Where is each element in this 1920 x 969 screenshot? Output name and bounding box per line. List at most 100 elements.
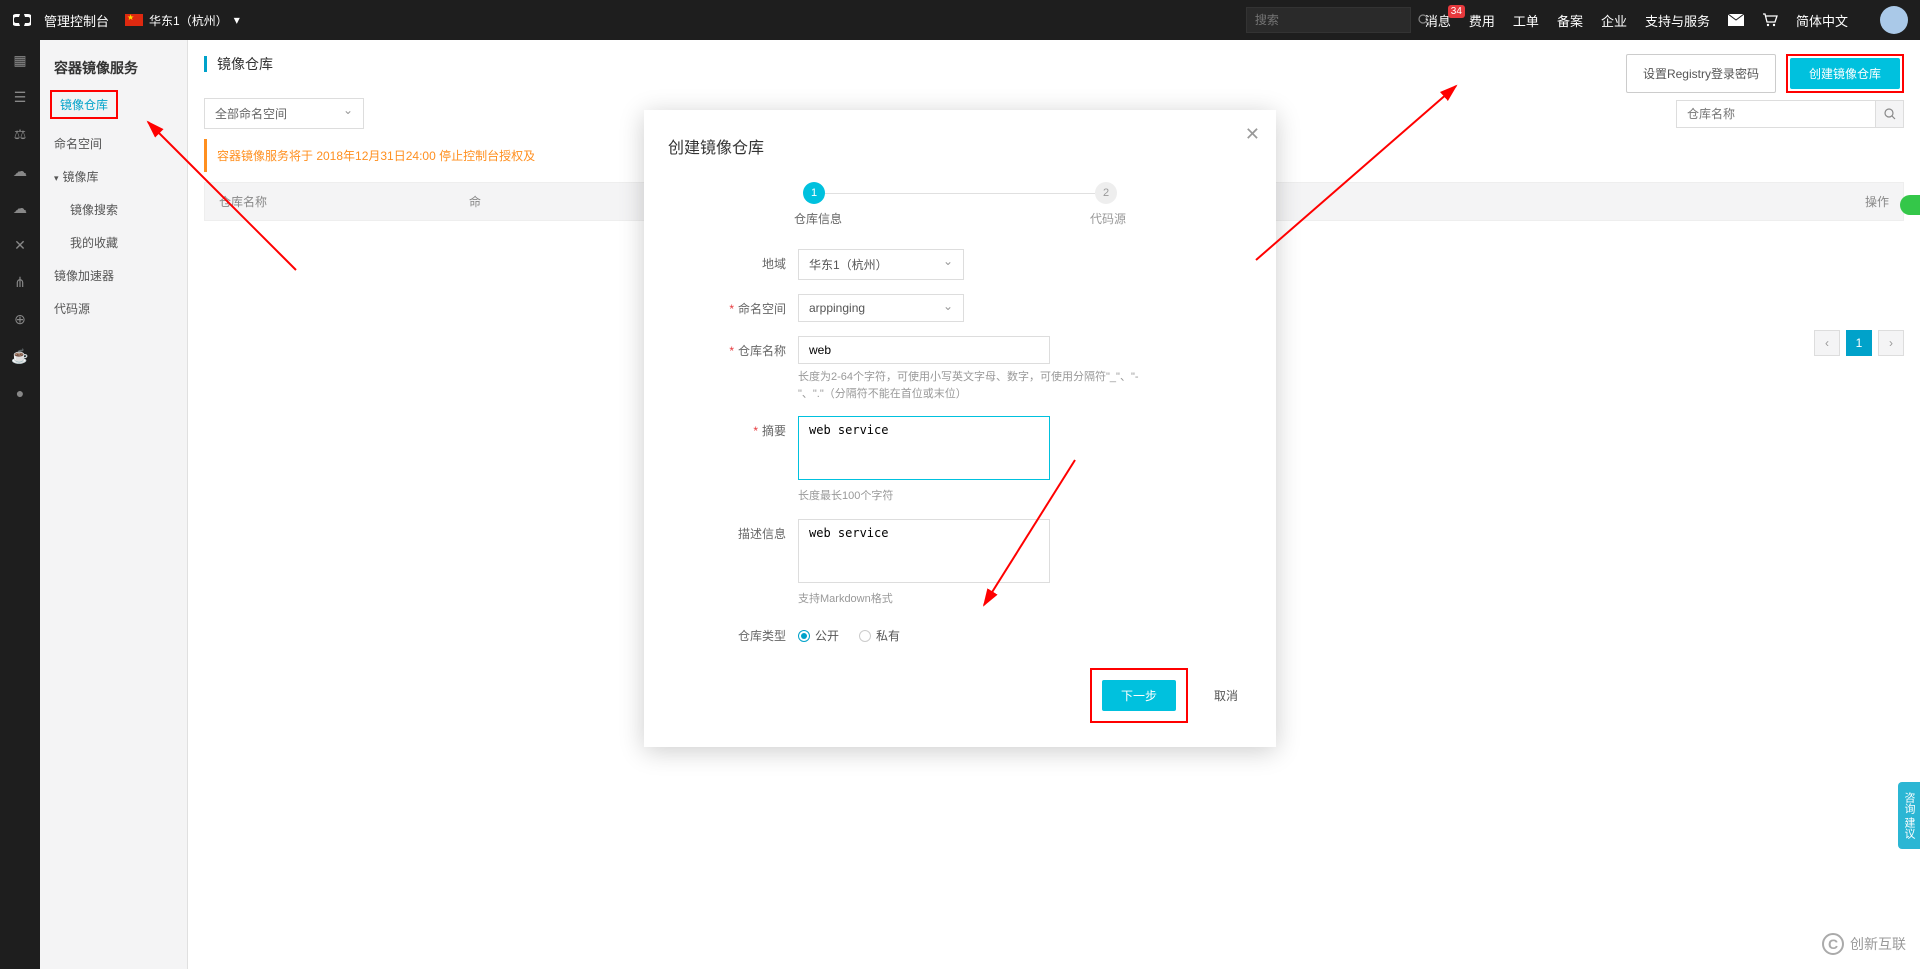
repo-search [1676, 100, 1904, 128]
label-region: 地域 [668, 249, 798, 280]
watermark: C 创新互联 [1822, 933, 1906, 955]
label-desc: 描述信息 [668, 519, 798, 608]
th-repo-name: 仓库名称 [205, 183, 455, 220]
link-support[interactable]: 支持与服务 [1645, 11, 1710, 30]
pager-prev[interactable]: ‹ [1814, 330, 1840, 356]
close-icon[interactable]: ✕ [1245, 124, 1260, 145]
th-action: 操作 [1435, 183, 1903, 220]
step-2-label: 代码源 [1090, 210, 1126, 227]
textarea-summary[interactable]: web service [798, 416, 1050, 480]
row-summary: *摘要 web service 长度最长100个字符 [668, 416, 1252, 505]
namespace-filter-select[interactable]: 全部命名空间 [204, 98, 364, 129]
modal-footer: 下一步 取消 [668, 668, 1252, 723]
balance-icon[interactable]: ⚖ [14, 126, 27, 143]
step-2-circle: 2 [1095, 182, 1117, 204]
nav-image-repo[interactable]: 镜像仓库 [50, 90, 118, 119]
messages-badge: 34 [1448, 5, 1465, 18]
label-summary: *摘要 [668, 416, 798, 505]
radio-public[interactable]: 公开 [798, 627, 839, 644]
aliyun-logo[interactable] [12, 10, 32, 30]
step-line [825, 193, 1095, 194]
cup-icon[interactable]: ☕ [11, 348, 28, 365]
nav-namespace[interactable]: 命名空间 [40, 127, 187, 160]
create-repo-highlight: 创建镜像仓库 [1786, 54, 1904, 93]
link-messages[interactable]: 消息34 [1425, 11, 1451, 30]
region-name: 华东1（杭州） [149, 12, 228, 29]
right-help-tab[interactable]: 咨询 建议 [1898, 782, 1920, 849]
globe-icon[interactable]: ⊕ [14, 311, 26, 328]
hint-repo-name: 长度为2-64个字符，可使用小写英文字母、数字，可使用分隔符"_"、"-"、".… [798, 369, 1178, 402]
nav-title: 容器镜像服务 [40, 40, 187, 90]
nav-panel: 容器镜像服务 镜像仓库 命名空间 镜像库 镜像搜索 我的收藏 镜像加速器 代码源 [40, 40, 188, 969]
next-highlight: 下一步 [1090, 668, 1188, 723]
nav-accelerator[interactable]: 镜像加速器 [40, 259, 187, 292]
top-links: 消息34 费用 工单 备案 企业 支持与服务 简体中文 [1425, 6, 1908, 34]
select-namespace[interactable]: arppinging [798, 294, 964, 322]
tools-icon[interactable]: ✕ [14, 237, 26, 254]
link-beian[interactable]: 备案 [1557, 11, 1583, 30]
cloud-icon[interactable]: ☁ [13, 163, 27, 180]
cloud-up-icon[interactable]: ☁ [13, 200, 27, 217]
breadcrumb-text: 镜像仓库 [217, 54, 273, 74]
search-input[interactable] [1247, 13, 1418, 27]
radio-dot-public [798, 630, 810, 642]
repo-search-button[interactable] [1876, 100, 1904, 128]
modal-title: 创建镜像仓库 [668, 134, 1252, 158]
create-repo-modal: ✕ 创建镜像仓库 1 2 仓库信息 代码源 地域 华东1（杭州） *命名空间 a… [644, 110, 1276, 747]
link-lang[interactable]: 简体中文 [1796, 11, 1848, 30]
step-1-circle: 1 [803, 182, 825, 204]
create-repo-button[interactable]: 创建镜像仓库 [1790, 58, 1900, 89]
nav-image-search[interactable]: 镜像搜索 [40, 193, 187, 226]
hint-desc: 支持Markdown格式 [798, 591, 1178, 608]
list-icon[interactable]: ☰ [14, 89, 27, 106]
console-title: 管理控制台 [44, 11, 109, 30]
link-workorder[interactable]: 工单 [1513, 11, 1539, 30]
nav-source[interactable]: 代码源 [40, 292, 187, 325]
label-type: 仓库类型 [668, 621, 798, 644]
nav-image-lib[interactable]: 镜像库 [40, 160, 187, 193]
link-fees[interactable]: 费用 [1469, 11, 1495, 30]
pager-page-1[interactable]: 1 [1846, 330, 1872, 356]
label-repo-name: *仓库名称 [668, 336, 798, 402]
hint-summary: 长度最长100个字符 [798, 488, 1178, 505]
cancel-button[interactable]: 取消 [1200, 681, 1252, 710]
global-search[interactable] [1246, 7, 1411, 33]
registry-password-button[interactable]: 设置Registry登录密码 [1626, 54, 1776, 93]
icon-sidebar: ▦ ☰ ⚖ ☁ ☁ ✕ ⋔ ⊕ ☕ ● [0, 40, 40, 969]
step-labels: 仓库信息 代码源 [794, 210, 1126, 227]
share-icon[interactable]: ⋔ [14, 274, 26, 291]
user-avatar[interactable] [1880, 6, 1908, 34]
textarea-desc[interactable]: web service [798, 519, 1050, 583]
link-enterprise[interactable]: 企业 [1601, 11, 1627, 30]
row-desc: 描述信息 web service 支持Markdown格式 [668, 519, 1252, 608]
select-region[interactable]: 华东1（杭州） [798, 249, 964, 280]
step-1-label: 仓库信息 [794, 210, 842, 227]
cart-icon[interactable] [1762, 12, 1778, 28]
radio-dot-private [859, 630, 871, 642]
row-namespace: *命名空间 arppinging [668, 294, 1252, 322]
steps: 1 2 [668, 182, 1252, 204]
grid-icon[interactable]: ▦ [13, 52, 26, 69]
row-repo-name: *仓库名称 长度为2-64个字符，可使用小写英文字母、数字，可使用分隔符"_"、… [668, 336, 1252, 402]
mail-icon[interactable] [1728, 12, 1744, 28]
header-buttons: 设置Registry登录密码 创建镜像仓库 [1626, 54, 1904, 93]
flag-cn-icon [125, 14, 143, 26]
pager-next[interactable]: › [1878, 330, 1904, 356]
circle-icon[interactable]: ● [16, 385, 24, 401]
radio-group-type: 公开 私有 [798, 621, 1252, 644]
row-region: 地域 华东1（杭州） [668, 249, 1252, 280]
chevron-down-icon: ▾ [234, 13, 240, 27]
next-button[interactable]: 下一步 [1102, 680, 1176, 711]
row-type: 仓库类型 公开 私有 [668, 621, 1252, 644]
radio-private[interactable]: 私有 [859, 627, 900, 644]
watermark-icon: C [1822, 933, 1844, 955]
region-selector[interactable]: 华东1（杭州） ▾ [125, 12, 240, 29]
pager: ‹ 1 › [1814, 330, 1904, 356]
right-green-badge[interactable] [1900, 195, 1920, 215]
input-repo-name[interactable] [798, 336, 1050, 364]
nav-my-favorites[interactable]: 我的收藏 [40, 226, 187, 259]
repo-search-input[interactable] [1676, 100, 1876, 128]
breadcrumb-marker [204, 56, 207, 72]
top-header: 管理控制台 华东1（杭州） ▾ 消息34 费用 工单 备案 企业 支持与服务 简… [0, 0, 1920, 40]
label-namespace: *命名空间 [668, 294, 798, 322]
